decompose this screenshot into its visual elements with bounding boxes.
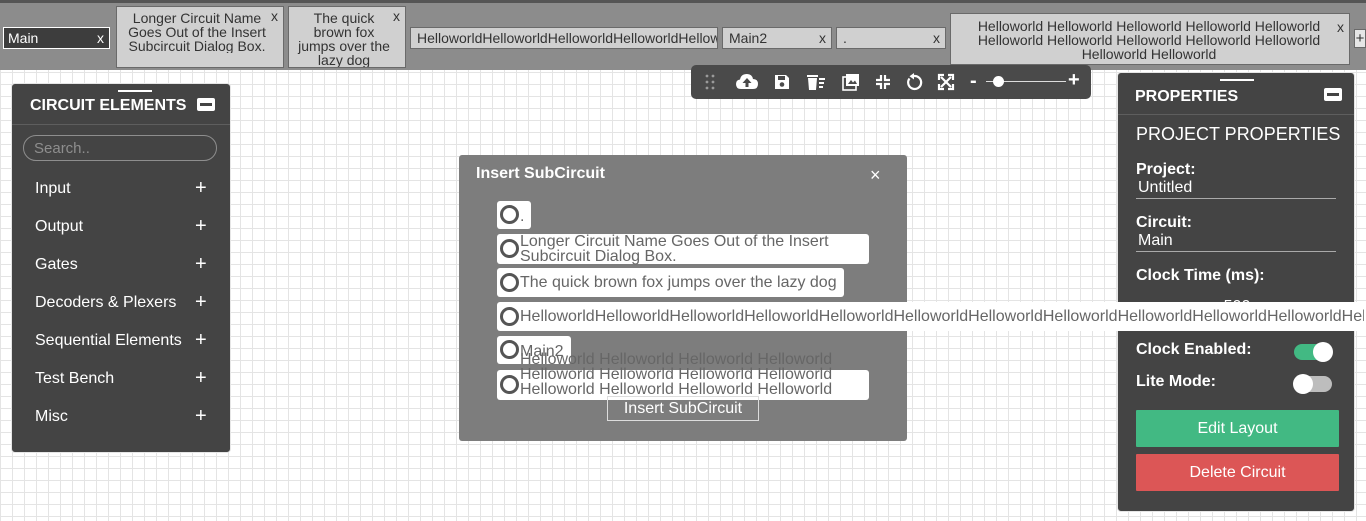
lite-mode-toggle[interactable] xyxy=(1293,374,1332,394)
image-icon[interactable] xyxy=(842,73,860,91)
close-icon[interactable]: x xyxy=(393,9,400,23)
dialog-title: Insert SubCircuit xyxy=(476,165,605,182)
minimize-icon[interactable] xyxy=(1324,88,1342,101)
subcircuit-option[interactable]: Longer Circuit Name Goes Out of the Inse… xyxy=(497,233,869,265)
project-name-field[interactable]: Untitled xyxy=(1136,179,1336,199)
circuit-label: Circuit: xyxy=(1136,214,1192,231)
tab-helloworld-long[interactable]: HelloworldHelloworldHelloworldHelloworld… xyxy=(410,27,718,49)
search-input[interactable] xyxy=(23,135,217,161)
option-label: Helloworld Helloworld Helloworld Hellowo… xyxy=(520,351,833,398)
circuit-tab-bar: Main x Longer Circuit Name Goes Out of t… xyxy=(0,0,1366,70)
zoom-in-button[interactable]: + xyxy=(1068,69,1080,92)
clock-time-label: Clock Time (ms): xyxy=(1136,267,1265,284)
delete-icon[interactable] xyxy=(806,73,826,91)
expand-plus-icon[interactable]: + xyxy=(195,291,207,314)
close-icon[interactable]: x xyxy=(271,9,278,23)
tab-name: HelloworldHelloworldHelloworldHelloworld… xyxy=(417,30,717,45)
divider xyxy=(12,124,230,125)
tab-longer-circuit[interactable]: Longer Circuit Name Goes Out of the Inse… xyxy=(116,6,284,68)
close-icon[interactable]: x xyxy=(1337,20,1344,34)
tab-dot[interactable]: . x xyxy=(836,27,946,49)
panel-title: CIRCUIT ELEMENTS xyxy=(30,97,187,114)
expand-plus-icon[interactable]: + xyxy=(195,215,207,238)
panel-drag-bar[interactable] xyxy=(118,90,152,92)
radio-button[interactable] xyxy=(500,307,519,326)
subcircuit-option[interactable]: The quick brown fox jumps over the lazy … xyxy=(497,268,844,297)
minimize-icon[interactable] xyxy=(197,98,215,111)
category-label: Decoders & Plexers xyxy=(35,294,177,311)
tab-quick-brown-fox[interactable]: The quick brown fox jumps over the lazy … xyxy=(288,6,406,68)
expand-plus-icon[interactable]: + xyxy=(195,253,207,276)
tab-helloworld-spaced[interactable]: Helloworld Helloworld Helloworld Hellowo… xyxy=(950,13,1350,65)
add-tab-button[interactable]: + xyxy=(1354,29,1366,48)
category-misc[interactable]: Misc + xyxy=(12,399,230,437)
expand-plus-icon[interactable]: + xyxy=(195,177,207,200)
tab-main2[interactable]: Main2 x xyxy=(722,27,832,49)
clock-enabled-toggle[interactable] xyxy=(1294,342,1333,362)
category-label: Input xyxy=(35,180,71,197)
drag-handle-icon[interactable] xyxy=(701,73,719,91)
circuit-name-field[interactable]: Main xyxy=(1136,232,1336,252)
category-output[interactable]: Output + xyxy=(12,209,230,247)
section-heading: PROJECT PROPERTIES xyxy=(1136,124,1341,144)
project-label: Project: xyxy=(1136,161,1196,178)
category-label: Misc xyxy=(35,408,68,425)
option-label: . xyxy=(520,208,525,225)
expand-plus-icon[interactable]: + xyxy=(195,329,207,352)
panel-title: PROPERTIES xyxy=(1135,88,1239,105)
close-icon[interactable]: x xyxy=(819,31,826,45)
category-label: Sequential Elements xyxy=(35,332,182,349)
save-icon[interactable] xyxy=(773,73,791,91)
tab-name: . xyxy=(843,30,847,45)
edit-layout-button[interactable]: Edit Layout xyxy=(1136,410,1339,447)
option-label: Longer Circuit Name Goes Out of the Inse… xyxy=(520,233,829,265)
cloud-upload-icon[interactable] xyxy=(736,73,758,91)
category-decoders-plexers[interactable]: Decoders & Plexers + xyxy=(12,285,230,323)
radio-button[interactable] xyxy=(500,273,519,292)
category-test-bench[interactable]: Test Bench + xyxy=(12,361,230,399)
tab-name: Helloworld Helloworld Helloworld Hellowo… xyxy=(977,18,1321,61)
delete-circuit-button[interactable]: Delete Circuit xyxy=(1136,454,1339,491)
category-label: Gates xyxy=(35,256,78,273)
subcircuit-option[interactable]: . xyxy=(497,201,531,229)
zoom-slider-knob[interactable] xyxy=(993,76,1004,87)
radio-button[interactable] xyxy=(500,340,519,359)
divider xyxy=(1118,114,1354,115)
tab-name: The quick brown fox jumps over the lazy … xyxy=(298,10,390,67)
close-icon[interactable]: × xyxy=(870,165,881,186)
properties-panel: PROPERTIES PROJECT PROPERTIES Project: U… xyxy=(1117,72,1355,512)
subcircuit-option[interactable]: HelloworldHelloworldHelloworldHelloworld… xyxy=(497,302,1366,331)
tab-main[interactable]: Main x xyxy=(3,27,110,49)
category-gates[interactable]: Gates + xyxy=(12,247,230,285)
fit-screen-icon[interactable] xyxy=(874,73,892,91)
option-label: The quick brown fox jumps over the lazy … xyxy=(520,274,837,291)
close-icon[interactable]: x xyxy=(97,31,104,45)
radio-button[interactable] xyxy=(500,375,519,394)
clock-enabled-label: Clock Enabled: xyxy=(1136,341,1252,358)
zoom-out-button[interactable]: - xyxy=(970,70,977,93)
tab-name: Main2 xyxy=(729,30,768,45)
close-icon[interactable]: x xyxy=(933,31,940,45)
canvas-toolbar: - + xyxy=(691,65,1091,99)
radio-button[interactable] xyxy=(500,239,519,258)
insert-subcircuit-button[interactable]: Insert SubCircuit xyxy=(607,396,759,421)
panel-drag-bar[interactable] xyxy=(1220,79,1254,81)
zoom-slider[interactable] xyxy=(986,76,1066,87)
category-label: Output xyxy=(35,218,84,235)
option-label: HelloworldHelloworldHelloworldHelloworld… xyxy=(520,309,1364,324)
circuit-elements-panel: CIRCUIT ELEMENTS Input + Output + Gates … xyxy=(11,83,231,453)
expand-plus-icon[interactable]: + xyxy=(195,405,207,428)
lite-mode-label: Lite Mode: xyxy=(1136,373,1216,390)
category-sequential-elements[interactable]: Sequential Elements + xyxy=(12,323,230,361)
fullscreen-icon[interactable] xyxy=(937,73,955,91)
category-input[interactable]: Input + xyxy=(12,171,230,209)
expand-plus-icon[interactable]: + xyxy=(195,367,207,390)
tab-name: Main xyxy=(8,30,39,45)
radio-button[interactable] xyxy=(500,205,519,224)
insert-subcircuit-dialog: Insert SubCircuit × . Longer Circuit Nam… xyxy=(459,155,1366,441)
category-label: Test Bench xyxy=(35,370,115,387)
undo-icon[interactable] xyxy=(905,73,923,91)
tab-name: Longer Circuit Name Goes Out of the Inse… xyxy=(128,10,266,53)
